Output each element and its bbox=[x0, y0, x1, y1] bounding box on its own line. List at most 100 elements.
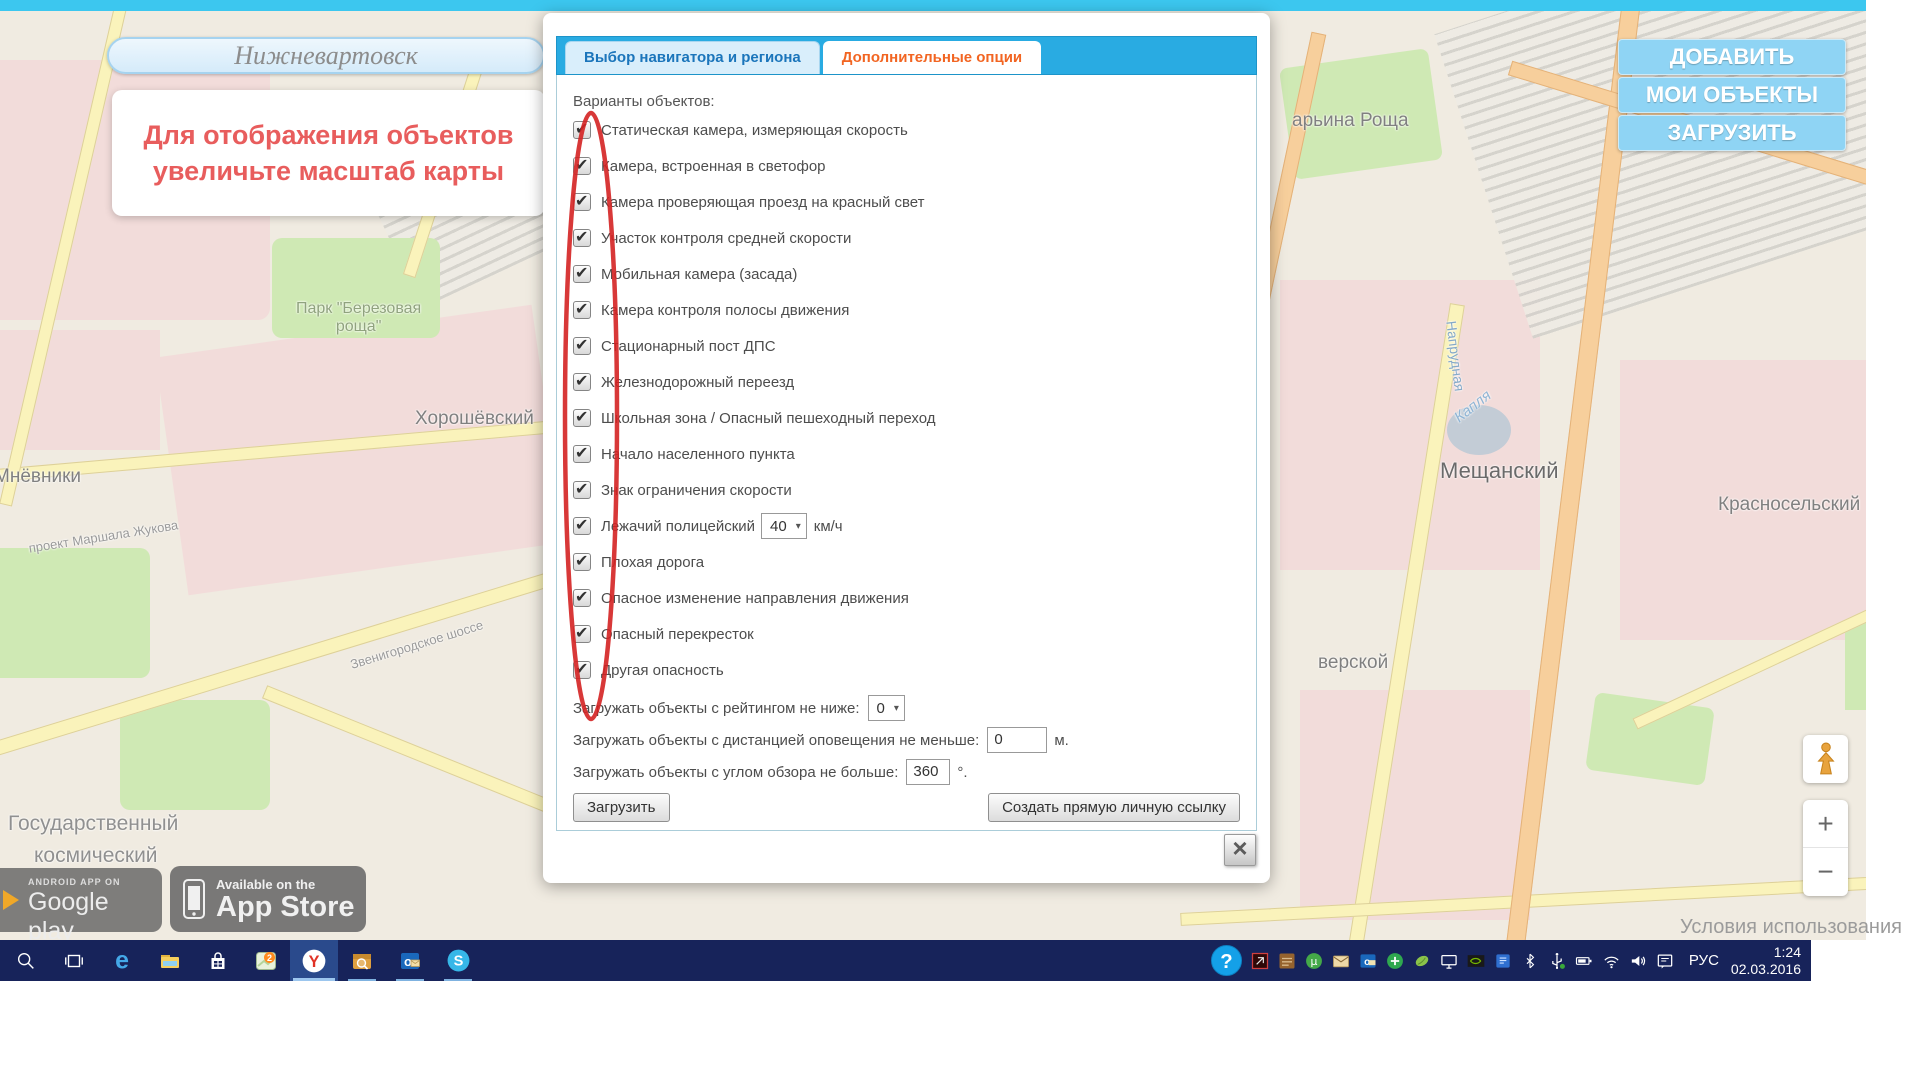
svg-text:2: 2 bbox=[267, 953, 272, 963]
wifi-icon[interactable] bbox=[1598, 940, 1625, 981]
yandex-browser-icon[interactable]: Y bbox=[290, 940, 338, 981]
checkbox[interactable] bbox=[573, 193, 591, 211]
usb-icon[interactable] bbox=[1544, 940, 1571, 981]
checkbox[interactable] bbox=[573, 661, 591, 679]
rating-select[interactable]: 0▾ bbox=[868, 695, 905, 721]
checkbox-row: Плохая дорога bbox=[573, 551, 1256, 573]
angle-input[interactable]: 360 bbox=[906, 759, 950, 785]
checkbox-row: Камера контроля полосы движения bbox=[573, 299, 1256, 321]
speed-unit-label: км/ч bbox=[814, 518, 843, 535]
checkbox-label: Лежачий полицейский bbox=[601, 518, 755, 535]
zoom-out-button[interactable]: − bbox=[1803, 848, 1848, 895]
checkbox-row: Знак ограничения скорости bbox=[573, 479, 1256, 501]
nvidia-icon[interactable] bbox=[1463, 940, 1490, 981]
top-strip bbox=[0, 0, 1866, 11]
checkbox-row: Другая опасность bbox=[573, 659, 1256, 681]
volume-icon[interactable] bbox=[1625, 940, 1652, 981]
speed-limit-select[interactable]: 40▾ bbox=[761, 513, 807, 539]
checkbox-row: Камера, встроенная в светофор bbox=[573, 155, 1256, 177]
checkbox[interactable] bbox=[573, 625, 591, 643]
map-block bbox=[1300, 690, 1530, 920]
red-app-icon[interactable] bbox=[1247, 940, 1274, 981]
checkbox-label: Железнодорожный переезд bbox=[601, 374, 794, 391]
checkbox-label: Участок контроля средней скорости bbox=[601, 230, 851, 247]
checkbox[interactable] bbox=[573, 553, 591, 571]
battery-icon[interactable] bbox=[1571, 940, 1598, 981]
brown-app-icon[interactable] bbox=[1274, 940, 1301, 981]
taskbar-tray: ? µo РУС 1:24 02.03.2016 bbox=[1207, 940, 1811, 981]
checkbox-row: Лежачий полицейский 40▾ км/ч bbox=[573, 515, 1256, 537]
checkbox[interactable] bbox=[573, 373, 591, 391]
checkbox-list: Статическая камера, измеряющая скоростьК… bbox=[573, 119, 1256, 681]
terms-of-use-link[interactable]: Условия использования bbox=[1680, 916, 1902, 939]
checkbox[interactable] bbox=[573, 589, 591, 607]
taskbar: e2YoS ?µoРУС 1:24 02.03.2016 bbox=[0, 940, 1811, 981]
load-button[interactable]: Загрузить bbox=[573, 793, 670, 822]
search-input[interactable] bbox=[107, 37, 545, 74]
checkbox[interactable] bbox=[573, 229, 591, 247]
checkbox[interactable] bbox=[573, 409, 591, 427]
checkbox[interactable] bbox=[573, 517, 591, 535]
help-icon[interactable]: ? bbox=[1207, 940, 1247, 981]
checkbox[interactable] bbox=[573, 121, 591, 139]
load-option-suffix: м. bbox=[1054, 732, 1068, 749]
search-icon[interactable] bbox=[2, 940, 50, 981]
checkbox-row: Опасный перекресток bbox=[573, 623, 1256, 645]
store-icon[interactable] bbox=[194, 940, 242, 981]
close-icon[interactable]: × bbox=[1224, 834, 1256, 866]
zoom-warning-box: Для отображения объектов увеличьте масшт… bbox=[112, 90, 545, 216]
map-label: Мещанский bbox=[1440, 458, 1559, 483]
mail-icon[interactable] bbox=[1328, 940, 1355, 981]
google-play-badge[interactable]: ANDROID APP ON Google play bbox=[0, 868, 162, 932]
action-center-icon[interactable] bbox=[1652, 940, 1679, 981]
load-option-row: Загружать объекты с дистанцией оповещени… bbox=[573, 727, 1256, 753]
language-indicator[interactable]: РУС bbox=[1689, 952, 1719, 969]
explorer-icon[interactable] bbox=[146, 940, 194, 981]
checkbox[interactable] bbox=[573, 445, 591, 463]
play-triangle-icon bbox=[3, 890, 19, 910]
park bbox=[0, 548, 150, 678]
blue-book-icon[interactable] bbox=[1490, 940, 1517, 981]
2gis-icon[interactable]: 2 bbox=[242, 940, 290, 981]
leaf-icon[interactable] bbox=[1409, 940, 1436, 981]
utorrent-icon[interactable]: µ bbox=[1301, 940, 1328, 981]
checkbox-label: Мобильная камера (засада) bbox=[601, 266, 797, 283]
tab-strip: Выбор навигатора и регионаДополнительные… bbox=[556, 36, 1257, 75]
antivirus-icon[interactable] bbox=[1382, 940, 1409, 981]
skype-icon[interactable]: S bbox=[434, 940, 482, 981]
pegman-icon bbox=[1813, 742, 1839, 776]
file-manager-icon[interactable] bbox=[338, 940, 386, 981]
clock[interactable]: 1:24 02.03.2016 bbox=[1731, 944, 1801, 978]
checkbox[interactable] bbox=[573, 481, 591, 499]
checkbox-row: Школьная зона / Опасный пешеходный перех… bbox=[573, 407, 1256, 429]
my-objects-button[interactable]: МОИ ОБЪЕКТЫ bbox=[1618, 77, 1846, 113]
zoom-in-button[interactable]: + bbox=[1803, 800, 1848, 847]
checkbox[interactable] bbox=[573, 337, 591, 355]
edge-icon[interactable]: e bbox=[98, 940, 146, 981]
outlook-icon[interactable]: o bbox=[386, 940, 434, 981]
map-label: Красносельский bbox=[1718, 494, 1860, 516]
app-store-line2: App Store bbox=[216, 892, 355, 922]
download-button[interactable]: ЗАГРУЗИТЬ bbox=[1618, 115, 1846, 151]
tab-extra-options[interactable]: Дополнительные опции bbox=[823, 41, 1041, 74]
checkbox-label: Плохая дорога bbox=[601, 554, 704, 571]
bluetooth-icon[interactable] bbox=[1517, 940, 1544, 981]
outlook-tray-icon[interactable]: o bbox=[1355, 940, 1382, 981]
zoom-warning-line1: Для отображения объектов bbox=[112, 117, 545, 153]
clock-time: 1:24 bbox=[1731, 944, 1801, 961]
app-store-line1: Available on the bbox=[216, 877, 355, 892]
tab-navigator-region[interactable]: Выбор навигатора и региона bbox=[565, 41, 820, 74]
chevron-down-icon: ▾ bbox=[796, 521, 801, 532]
checkbox[interactable] bbox=[573, 301, 591, 319]
create-link-button[interactable]: Создать прямую личную ссылку bbox=[988, 793, 1240, 822]
add-object-button[interactable]: ДОБАВИТЬ bbox=[1618, 39, 1846, 75]
checkbox-row: Стационарный пост ДПС bbox=[573, 335, 1256, 357]
task-view-icon[interactable] bbox=[50, 940, 98, 981]
distance-input[interactable]: 0 bbox=[987, 727, 1047, 753]
checkbox[interactable] bbox=[573, 265, 591, 283]
app-store-badge[interactable]: Available on the App Store bbox=[170, 866, 366, 932]
display-icon[interactable] bbox=[1436, 940, 1463, 981]
checkbox-label: Камера контроля полосы движения bbox=[601, 302, 849, 319]
street-view-button[interactable] bbox=[1803, 735, 1848, 783]
checkbox[interactable] bbox=[573, 157, 591, 175]
